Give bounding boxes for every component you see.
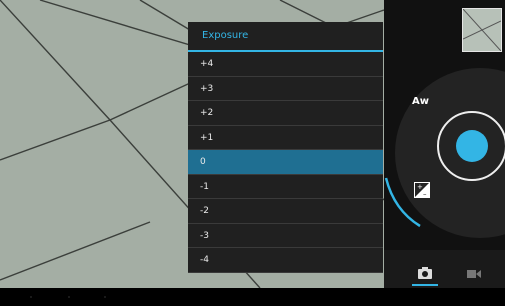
nav-dot: [68, 296, 70, 298]
nav-dot: [30, 296, 32, 298]
shutter-button[interactable]: [456, 130, 488, 162]
camera-controls: Aw + –: [384, 0, 505, 288]
white-balance-icon[interactable]: Aw: [412, 96, 434, 110]
exposure-option-minus3[interactable]: -3: [188, 224, 383, 248]
exposure-option-plus1[interactable]: +1: [188, 126, 383, 150]
exposure-option-plus4[interactable]: +4: [188, 52, 383, 77]
camera-mode-icon[interactable]: [418, 264, 432, 279]
nav-dot: [104, 296, 106, 298]
exposure-option-minus2[interactable]: -2: [188, 199, 383, 224]
exposure-option-0[interactable]: 0: [188, 150, 383, 175]
system-nav-bar: [0, 288, 505, 306]
popup-title: Exposure: [202, 30, 249, 41]
active-mode-indicator: [412, 284, 438, 286]
exposure-option-plus2[interactable]: +2: [188, 101, 383, 126]
exposure-option-plus3[interactable]: +3: [188, 77, 383, 101]
last-photo-thumbnail[interactable]: [462, 8, 502, 52]
mode-switcher: [384, 250, 505, 288]
exposure-arc: [384, 177, 421, 228]
white-balance-label: Aw: [412, 96, 429, 107]
exposure-option-minus4[interactable]: -4: [188, 248, 383, 273]
video-mode-icon[interactable]: [467, 264, 481, 278]
exposure-popup: Exposure +4 +3 +2 +1 0 -1 -2 -3 -4: [188, 22, 383, 273]
exposure-option-minus1[interactable]: -1: [188, 175, 383, 199]
